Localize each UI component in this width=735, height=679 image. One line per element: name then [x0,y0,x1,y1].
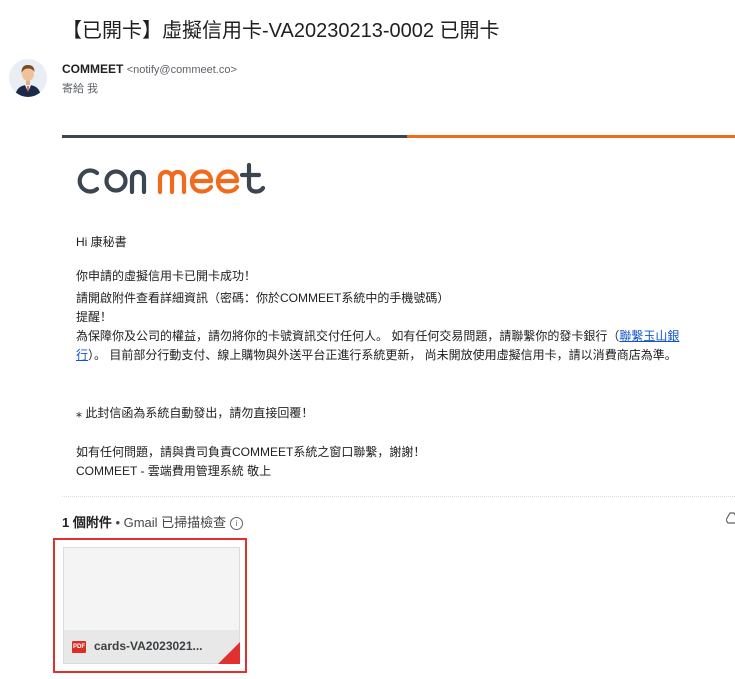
body-line-reminder: 提醒！ [76,310,113,324]
body-line-system-update: 行）。 目前部分行動支付、線上購物與外送平台正進行系統更新， 尚未開放使用虛擬信… [76,347,735,364]
page-fold-icon [218,642,240,664]
header-bar-orange [407,135,735,138]
sender-avatar[interactable] [9,59,47,97]
greeting: Hi 康秘書 [76,235,127,249]
commeet-logo [76,162,276,203]
header-bar-dark [62,135,407,138]
security-text: 為保障你及公司的權益，請勿將你的卡號資訊交付任何人。 如有任何交易問題，請聯繫你… [76,329,620,343]
attachment-preview[interactable] [64,548,239,630]
body-line-success: 你申請的虛擬信用卡已開卡成功！ [76,269,257,283]
body-line-security: 為保障你及公司的權益，請勿將你的卡號資訊交付任何人。 如有任何交易問題，請聯繫你… [76,328,735,345]
scan-status: • Gmail 已掃描檢查 [111,515,227,530]
email-subject: 【已開卡】虛擬信用卡-VA20230213-0002 已開卡 [62,20,500,42]
update-text: ）。 目前部分行動支付、線上購物與外送平台正進行系統更新， 尚未開放使用虛擬信用… [88,348,677,362]
attachments-header: 1 個附件 • Gmail 已掃描檢查 i [62,512,244,531]
bank-link[interactable]: 聯繫玉山銀 [619,329,679,343]
sender-line: COMMEET <notify@commeet.co> [62,62,237,76]
signature-line: COMMEET - 雲端費用管理系統 敬上 [76,464,272,478]
add-to-drive-icon[interactable] [725,512,735,527]
info-icon[interactable]: i [230,517,244,530]
sender-address: <notify@commeet.co> [126,64,237,76]
pdf-icon: PDF [72,641,86,653]
person-avatar-icon [9,59,47,97]
attachment-card[interactable]: PDF cards-VA2023021... [63,547,240,664]
body-line-open-attachment: 請開啟附件查看詳細資訊（密碼：你於COMMEET系統中的手機號碼） [76,291,450,305]
sender-name[interactable]: COMMEET [62,62,123,76]
attachment-filename[interactable]: cards-VA2023021... [94,639,203,653]
contact-line: 如有任何問題，請與貴司負責COMMEET系統之窗口聯繫，謝謝！ [76,445,426,459]
recipient-line[interactable]: 寄給 我 [62,80,98,96]
attachments-divider [62,496,735,497]
auto-mail-notice: ⁎ 此封信函為系統自動發出，請勿直接回覆！ [76,406,314,420]
attachment-footer[interactable]: PDF cards-VA2023021... [64,630,239,663]
bank-link-continued[interactable]: 行 [76,348,88,362]
attachment-count: 1 個附件 [62,515,112,530]
